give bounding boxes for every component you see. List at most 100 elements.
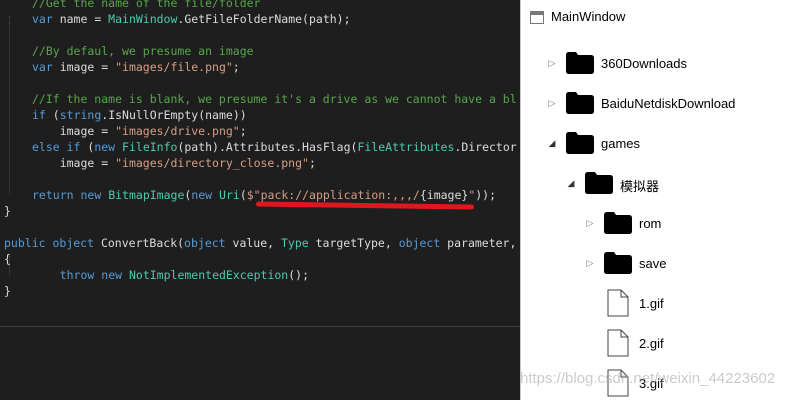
folder-icon: [604, 212, 632, 234]
tree-item-2-gif[interactable]: 2.gif: [521, 324, 802, 364]
code-token: Type: [280, 236, 309, 250]
tree-item-save[interactable]: ▷ save: [521, 244, 802, 284]
code-token: (: [45, 108, 60, 122]
code-token: .GetFileFolderName(path);: [177, 12, 351, 26]
code-line: else if (new FileInfo(path).Attributes.H…: [32, 139, 517, 155]
collapsed-arrow-icon[interactable]: ▷: [585, 259, 595, 269]
tree-item-label: 360Downloads: [601, 56, 688, 71]
code-token: .IsNullOrEmpty(name)): [101, 108, 247, 122]
code-line: if (string.IsNullOrEmpty(name)): [32, 107, 247, 123]
tree-item-360downloads[interactable]: ▷ 360Downloads: [521, 44, 802, 84]
code-token: "images/file.png": [115, 60, 233, 74]
code-token: //If the name is blank, we presume it's …: [32, 92, 517, 106]
code-token: NotImplementedException: [128, 268, 289, 282]
code-token: image =: [32, 124, 116, 138]
folder-icon: [566, 132, 594, 154]
indent-guide: [9, 16, 10, 194]
code-editor[interactable]: //Get the name of the file/folder var nam…: [0, 0, 520, 400]
code-token: targetType,: [308, 236, 399, 250]
code-line: //If the name is blank, we presume it's …: [32, 91, 517, 107]
code-token: ;: [239, 124, 247, 138]
tree-item-label: 1.gif: [639, 296, 664, 311]
code-line: public object ConvertBack(object value, …: [4, 235, 516, 251]
code-token: throw: [59, 268, 95, 282]
code-token: if: [32, 108, 46, 122]
code-token: MainWindow: [108, 12, 178, 26]
tree-item-games[interactable]: ◢ games: [521, 124, 802, 164]
window-icon: [530, 11, 544, 24]
code-token: (: [80, 140, 95, 154]
code-token: FileInfo: [122, 140, 178, 154]
code-token: new: [94, 140, 116, 154]
expanded-arrow-icon[interactable]: ◢: [547, 139, 557, 149]
code-token: //By defaul, we presume an image: [32, 44, 254, 58]
main-window: MainWindow ▷ 360Downloads ▷ BaiduNetdiskDow…: [520, 0, 802, 400]
code-line: image = "images/directory_close.png";: [32, 155, 316, 171]
code-token: image =: [32, 156, 116, 170]
code-token: name =: [52, 12, 109, 26]
code-token: return: [32, 188, 74, 202]
code-token: }: [4, 284, 11, 298]
code-line: image = "images/drive.png";: [32, 123, 247, 139]
code-token: "images/directory_close.png": [115, 156, 309, 170]
code-token: public: [4, 236, 46, 250]
file-icon: [607, 329, 629, 357]
tree-item-baidunetdiskdownload[interactable]: ▷ BaiduNetdiskDownload: [521, 84, 802, 124]
collapsed-arrow-icon[interactable]: ▷: [585, 219, 595, 229]
tree-item-label: save: [639, 256, 667, 271]
code-token: .Director: [454, 140, 517, 154]
title-bar[interactable]: MainWindow: [521, 0, 802, 36]
code-token: object: [184, 236, 226, 250]
folder-icon: [585, 172, 613, 194]
code-token: string: [59, 108, 102, 122]
file-icon: [607, 289, 629, 317]
code-token: ConvertBack(: [94, 236, 185, 250]
code-token: parameter,: [440, 236, 517, 250]
output-pane: [0, 342, 520, 400]
tree-item-label: 模拟器: [620, 179, 660, 194]
tree-item-label: BaiduNetdiskDownload: [601, 96, 736, 111]
collapsed-arrow-icon[interactable]: ▷: [547, 99, 557, 109]
code-token: ));: [475, 188, 497, 202]
code-token: BitmapImage: [108, 188, 185, 202]
code-line: //By defaul, we presume an image: [32, 43, 254, 59]
code-line: }: [4, 283, 11, 299]
code-line: //Get the name of the file/folder: [32, 0, 260, 11]
code-line: }: [4, 203, 11, 219]
collapsed-arrow-icon[interactable]: ▷: [547, 59, 557, 69]
watermark: https://blog.csdn.net/weixin_44223602: [520, 370, 776, 387]
code-token: }: [4, 204, 11, 218]
code-token: value,: [225, 236, 281, 250]
code-token: else if: [32, 140, 81, 154]
tree-item-rom[interactable]: ▷ rom: [521, 204, 802, 244]
code-token: var: [32, 12, 53, 26]
tree-item-[interactable]: ◢ 模拟器: [521, 164, 802, 204]
code-token: Uri: [219, 188, 240, 202]
code-token: (path).Attributes.HasFlag(: [177, 140, 358, 154]
code-line: var name = MainWindow.GetFileFolderName(…: [32, 11, 351, 27]
window-title: MainWindow: [551, 9, 626, 24]
tree-item-label: rom: [639, 216, 662, 231]
folder-icon: [604, 252, 632, 274]
tree-item-1-gif[interactable]: 1.gif: [521, 284, 802, 324]
code-line: var image = "images/file.png";: [32, 59, 240, 75]
expanded-arrow-icon[interactable]: ◢: [566, 179, 576, 189]
code-token: FileAttributes: [357, 140, 455, 154]
folder-icon: [566, 52, 594, 74]
code-token: ;: [232, 60, 240, 74]
code-token: ;: [308, 156, 316, 170]
tree-item-label: games: [601, 136, 641, 151]
code-token: image =: [52, 60, 116, 74]
code-token: "images/drive.png": [115, 124, 240, 138]
code-token: //Get the name of the file/folder: [32, 0, 261, 10]
code-token: new: [101, 268, 123, 282]
code-token: $"pack://application:,,,/: [246, 188, 420, 202]
code-token: {: [4, 252, 11, 266]
code-line: throw new NotImplementedException();: [32, 267, 309, 283]
code-token: var: [32, 60, 53, 74]
tree-item-label: 2.gif: [639, 336, 664, 351]
